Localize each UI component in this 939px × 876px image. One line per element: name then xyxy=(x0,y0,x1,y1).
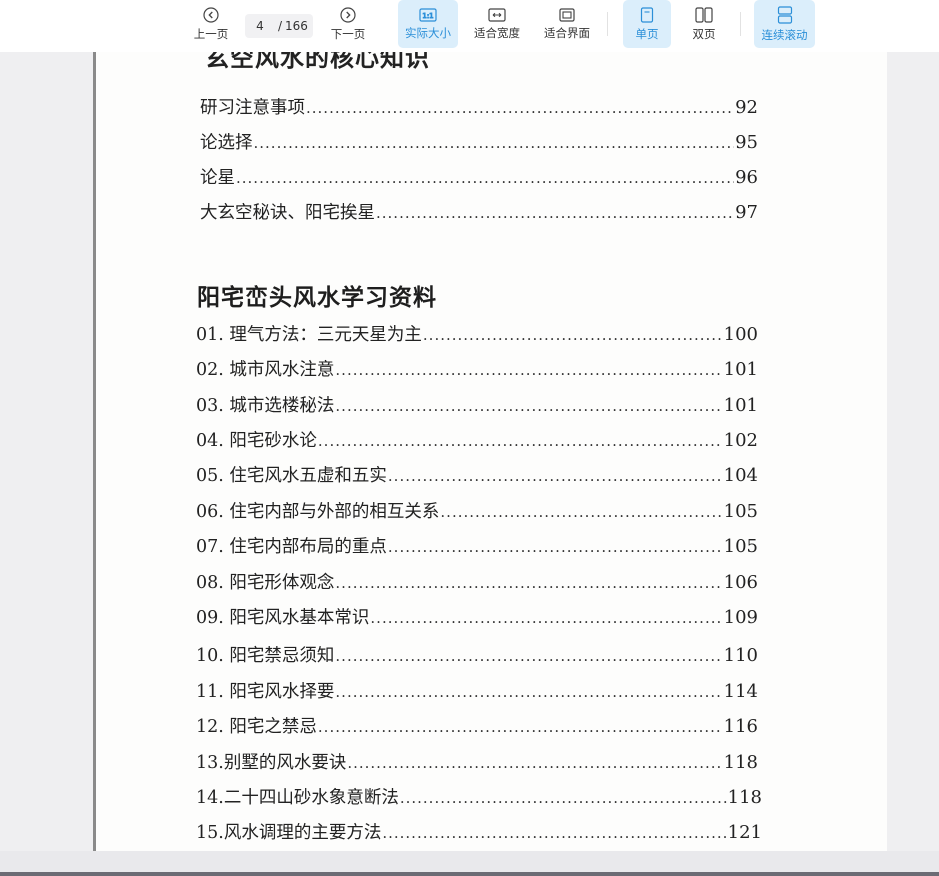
toc-entry[interactable]: 06. 住宅内部与外部的相互关系 105 xyxy=(196,498,758,523)
toc-entry-title: 15.风水调理的主要方法 xyxy=(196,823,382,843)
toc-entry-title: 07. 住宅内部布局的重点 xyxy=(196,537,387,557)
document-page: 玄空风水的核心知识 研习注意事项 92 论选择 95 论星 96 大玄空秘诀、阳宅挨星… xyxy=(93,52,887,851)
total-pages: 166 xyxy=(285,19,308,33)
toc-entry-title: 03. 城市选楼秘法 xyxy=(196,396,335,416)
toc-entry[interactable]: 03. 城市选楼秘法 101 xyxy=(196,392,758,417)
chevron-left-circle-icon xyxy=(203,6,219,23)
toc-entry-title: 05. 住宅风水五虚和五实 xyxy=(196,466,387,486)
fit-width-icon xyxy=(488,7,506,22)
toc-entry-title: 08. 阳宅形体观念 xyxy=(196,573,335,593)
toc-entry-page: 109 xyxy=(723,607,758,628)
toc-entry-page: 97 xyxy=(735,202,758,223)
fit-width-label: 适合宽度 xyxy=(474,25,520,40)
toc-entry[interactable]: 04. 阳宅砂水论 102 xyxy=(196,427,758,452)
toc-entry-page: 105 xyxy=(723,536,758,557)
toc-entry-page: 118 xyxy=(727,787,762,808)
toc-entry-title: 04. 阳宅砂水论 xyxy=(196,431,317,451)
toolbar-divider xyxy=(607,12,608,36)
toc-entry[interactable]: 09. 阳宅风水基本常识 109 xyxy=(196,604,758,629)
toc-entry[interactable]: 15.风水调理的主要方法 121 xyxy=(196,819,762,844)
toc-entry[interactable]: 02. 城市风水注意 101 xyxy=(196,356,758,381)
toc-entry-page: 118 xyxy=(723,752,758,773)
toc-entry[interactable]: 05. 住宅风水五虚和五实 104 xyxy=(196,462,758,487)
chevron-right-circle-icon xyxy=(340,6,356,23)
toc-entry-page: 96 xyxy=(735,167,758,188)
toc-entry[interactable]: 大玄空秘诀、阳宅挨星 97 xyxy=(200,199,758,224)
toc-entry-page: 101 xyxy=(723,395,758,416)
actual-size-label: 实际大小 xyxy=(405,25,451,40)
toc-entry[interactable]: 13.别墅的风水要诀 118 xyxy=(196,749,758,774)
next-page-button[interactable]: 下一页 xyxy=(325,0,371,48)
bottom-border xyxy=(0,872,939,876)
continuous-scroll-button[interactable]: 连续滚动 xyxy=(754,0,815,48)
actual-size-icon-text: 1:1 xyxy=(422,12,433,20)
page-indicator: 4 / 166 xyxy=(245,14,313,38)
actual-size-icon: 1:1 xyxy=(419,7,437,22)
toc-entry[interactable]: 11. 阳宅风水择要 114 xyxy=(196,678,758,703)
toc-entry-page: 121 xyxy=(727,822,762,843)
continuous-scroll-icon xyxy=(777,5,793,24)
toc-entry-title: 论选择 xyxy=(200,133,253,153)
toc-entry-page: 95 xyxy=(735,132,758,153)
toc-entry[interactable]: 12. 阳宅之禁忌 116 xyxy=(196,713,758,738)
toc-entry-page: 110 xyxy=(723,645,758,666)
toc-entry-title: 大玄空秘诀、阳宅挨星 xyxy=(200,203,375,223)
toc-entry[interactable]: 论星 96 xyxy=(200,164,758,189)
fit-page-button[interactable]: 适合界面 xyxy=(538,0,596,48)
toc-entry[interactable]: 14.二十四山砂水象意断法 118 xyxy=(196,784,762,809)
fit-width-button[interactable]: 适合宽度 xyxy=(468,0,526,48)
actual-size-button[interactable]: 1:1 实际大小 xyxy=(398,0,458,48)
fit-page-icon xyxy=(558,7,576,22)
toc-entry-title: 06. 住宅内部与外部的相互关系 xyxy=(196,502,440,522)
toc-entry-title: 11. 阳宅风水择要 xyxy=(196,682,335,702)
toc-entry-title: 14.二十四山砂水象意断法 xyxy=(196,788,399,808)
toc-entry-page: 100 xyxy=(723,324,758,345)
toc-entry[interactable]: 10. 阳宅禁忌须知 110 xyxy=(196,642,758,667)
toolbar-divider xyxy=(740,12,741,36)
toc-entry-page: 116 xyxy=(723,716,758,737)
single-page-label: 单页 xyxy=(635,26,659,41)
toc-entry-page: 101 xyxy=(723,359,758,380)
toc-entry-title: 13.别墅的风水要诀 xyxy=(196,753,347,773)
single-page-button[interactable]: 单页 xyxy=(623,0,671,48)
toolbar: 上一页 4 / 166 下一页 1:1 实际大小 适合宽度 适合界面 单页 双页… xyxy=(0,0,939,52)
toc-entry-page: 105 xyxy=(723,501,758,522)
toc-entry[interactable]: 07. 住宅内部布局的重点 105 xyxy=(196,533,758,558)
fit-page-label: 适合界面 xyxy=(544,25,590,40)
page-separator: / xyxy=(277,19,283,33)
toc-entry-page: 102 xyxy=(723,430,758,451)
next-page-label: 下一页 xyxy=(330,26,366,41)
page-binding-edge xyxy=(93,52,96,851)
prev-page-button[interactable]: 上一页 xyxy=(188,0,234,48)
section-title: 阳宅峦头风水学习资料 xyxy=(197,284,437,311)
toc-entry[interactable]: 01. 理气方法：三元天星为主 100 xyxy=(196,321,758,346)
double-page-button[interactable]: 双页 xyxy=(681,0,727,48)
double-page-icon xyxy=(695,6,713,23)
toc-entry[interactable]: 08. 阳宅形体观念 106 xyxy=(196,569,758,594)
current-page-input[interactable]: 4 xyxy=(245,19,275,33)
toc-entry-title: 12. 阳宅之禁忌 xyxy=(196,717,317,737)
toc-entry-title: 10. 阳宅禁忌须知 xyxy=(196,646,335,666)
toc-entry-page: 114 xyxy=(723,681,758,702)
toc-entry-title: 01. 理气方法：三元天星为主 xyxy=(196,325,422,345)
toc-entry-title: 论星 xyxy=(200,168,235,188)
toc-entry-page: 104 xyxy=(723,465,758,486)
document-viewport[interactable]: 玄空风水的核心知识 研习注意事项 92 论选择 95 论星 96 大玄空秘诀、阳宅挨星… xyxy=(0,52,939,851)
toc-entry-page: 106 xyxy=(723,572,758,593)
prev-page-label: 上一页 xyxy=(193,26,229,41)
double-page-label: 双页 xyxy=(692,26,716,41)
toc-entry-page: 92 xyxy=(735,97,758,118)
toc-entry-title: 研习注意事项 xyxy=(200,98,305,118)
toc-entry-title: 09. 阳宅风水基本常识 xyxy=(196,608,370,628)
continuous-scroll-label: 连续滚动 xyxy=(761,27,808,42)
toc-entry[interactable]: 论选择 95 xyxy=(200,129,758,154)
toc-entry-title: 02. 城市风水注意 xyxy=(196,360,335,380)
partial-section-title: 玄空风水的核心知识 xyxy=(205,52,430,72)
single-page-icon xyxy=(640,6,654,23)
toc-entry[interactable]: 研习注意事项 92 xyxy=(200,94,758,119)
